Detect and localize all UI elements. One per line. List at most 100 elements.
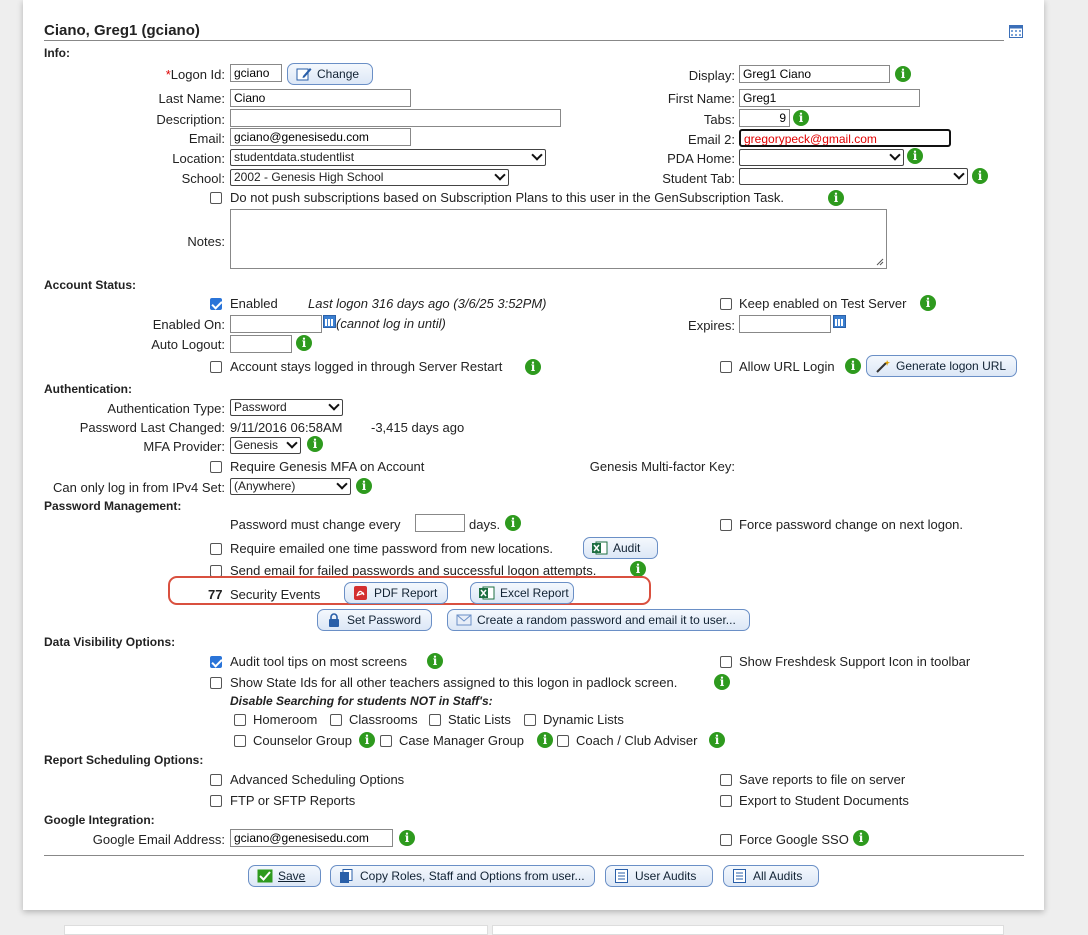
auth-type-select[interactable]: Password: [230, 399, 343, 416]
info-icon[interactable]: i: [630, 561, 646, 577]
resize-handle-icon: [876, 258, 884, 266]
info-icon[interactable]: i: [920, 295, 936, 311]
section-account-status: Account Status:: [44, 278, 137, 292]
advanced-scheduling-checkbox[interactable]: [210, 774, 222, 786]
cannot-login-text: (cannot log in until): [336, 316, 446, 331]
location-label: Location:: [172, 151, 225, 166]
pdf-report-button[interactable]: PDF Report: [344, 582, 448, 604]
info-icon[interactable]: i: [972, 168, 988, 184]
ftp-checkbox[interactable]: [210, 795, 222, 807]
set-password-button[interactable]: Set Password: [317, 609, 432, 631]
save-button[interactable]: Save: [248, 865, 321, 887]
must-change-days-input[interactable]: [415, 514, 465, 532]
calendar-icon[interactable]: [323, 315, 336, 328]
email2-label: Email 2:: [688, 132, 735, 147]
pw-changed-label: Password Last Changed:: [79, 420, 225, 435]
no-push-label: Do not push subscriptions based on Subsc…: [230, 190, 785, 205]
no-push-checkbox[interactable]: [210, 192, 222, 204]
keep-enabled-checkbox[interactable]: [720, 298, 732, 310]
school-label: School:: [181, 171, 225, 186]
description-input[interactable]: [230, 109, 561, 127]
info-icon[interactable]: i: [907, 148, 923, 164]
must-change-label: Password must change every: [230, 517, 401, 532]
pda-home-select[interactable]: [739, 149, 904, 166]
school-select[interactable]: 2002 - Genesis High School: [230, 169, 509, 186]
enabled-on-input[interactable]: [230, 315, 322, 333]
edit-icon: [296, 67, 312, 81]
info-icon[interactable]: i: [296, 335, 312, 351]
save-to-file-checkbox[interactable]: [720, 774, 732, 786]
advanced-scheduling-label: Advanced Scheduling Options: [230, 772, 405, 787]
info-icon[interactable]: i: [359, 732, 375, 748]
info-icon[interactable]: i: [709, 732, 725, 748]
require-mfa-checkbox[interactable]: [210, 461, 222, 473]
title-divider: [44, 40, 1004, 41]
export-docs-checkbox[interactable]: [720, 795, 732, 807]
student-tab-select[interactable]: [739, 168, 968, 185]
logon-id-input[interactable]: gciano: [230, 64, 282, 82]
pda-home-label: PDA Home:: [667, 151, 735, 166]
all-audits-button[interactable]: All Audits: [723, 865, 819, 887]
display-input[interactable]: Greg1 Ciano: [739, 65, 890, 83]
info-icon[interactable]: i: [714, 674, 730, 690]
stays-logged-checkbox[interactable]: [210, 361, 222, 373]
info-icon[interactable]: i: [399, 830, 415, 846]
user-audits-button[interactable]: User Audits: [605, 865, 713, 887]
email2-input[interactable]: gregorypeck@gmail.com: [739, 129, 951, 147]
tabs-input[interactable]: 9: [739, 109, 790, 127]
dynamic-lists-checkbox[interactable]: [524, 714, 536, 726]
display-label: Display:: [688, 68, 735, 83]
info-icon[interactable]: i: [505, 515, 521, 531]
audit-tips-checkbox[interactable]: [210, 656, 222, 668]
require-otp-checkbox[interactable]: [210, 543, 222, 555]
disable-searching-heading: Disable Searching for students NOT in St…: [230, 694, 493, 708]
audit-button[interactable]: Audit: [583, 537, 658, 559]
state-ids-checkbox[interactable]: [210, 677, 222, 689]
notes-textarea[interactable]: [230, 209, 887, 269]
random-password-button[interactable]: Create a random password and email it to…: [447, 609, 750, 631]
info-icon[interactable]: i: [525, 359, 541, 375]
case-manager-checkbox[interactable]: [380, 735, 392, 747]
info-icon[interactable]: i: [828, 190, 844, 206]
force-sso-checkbox[interactable]: [720, 834, 732, 846]
google-email-input[interactable]: gciano@genesisedu.com: [230, 829, 393, 847]
info-icon[interactable]: i: [845, 358, 861, 374]
case-manager-label: Case Manager Group: [399, 733, 525, 748]
security-events-label: Security Events: [230, 587, 321, 602]
excel-report-button[interactable]: Excel Report: [470, 582, 574, 604]
info-icon[interactable]: i: [793, 110, 809, 126]
static-lists-checkbox[interactable]: [429, 714, 441, 726]
homeroom-checkbox[interactable]: [234, 714, 246, 726]
info-icon[interactable]: i: [356, 478, 372, 494]
chevron-down-icon: [889, 150, 901, 161]
info-icon[interactable]: i: [537, 732, 553, 748]
copy-roles-button[interactable]: Copy Roles, Staff and Options from user.…: [330, 865, 595, 887]
allow-url-checkbox[interactable]: [720, 361, 732, 373]
ipv4-select[interactable]: (Anywhere): [230, 478, 351, 495]
info-icon[interactable]: i: [307, 436, 323, 452]
coach-checkbox[interactable]: [557, 735, 569, 747]
force-change-checkbox[interactable]: [720, 519, 732, 531]
mfa-select[interactable]: Genesis: [230, 437, 301, 454]
generate-logon-url-button[interactable]: Generate logon URL: [866, 355, 1017, 377]
calendar-icon[interactable]: [1009, 25, 1023, 38]
location-select[interactable]: studentdata.studentlist: [230, 149, 546, 166]
counselor-checkbox[interactable]: [234, 735, 246, 747]
classrooms-checkbox[interactable]: [330, 714, 342, 726]
static-lists-label: Static Lists: [448, 712, 511, 727]
info-icon[interactable]: i: [853, 830, 869, 846]
checkmark-icon: [257, 869, 273, 883]
expires-input[interactable]: [739, 315, 831, 333]
calendar-icon[interactable]: [833, 315, 846, 328]
enabled-checkbox[interactable]: [210, 298, 222, 310]
email-input[interactable]: gciano@genesisedu.com: [230, 128, 411, 146]
auto-logout-input[interactable]: [230, 335, 292, 353]
info-icon[interactable]: i: [427, 653, 443, 669]
first-name-input[interactable]: Greg1: [739, 89, 920, 107]
info-icon[interactable]: i: [895, 66, 911, 82]
chevron-down-icon: [336, 479, 348, 490]
allow-url-label: Allow URL Login: [739, 359, 835, 374]
last-name-input[interactable]: Ciano: [230, 89, 411, 107]
change-button[interactable]: Change: [287, 63, 373, 85]
freshdesk-checkbox[interactable]: [720, 656, 732, 668]
